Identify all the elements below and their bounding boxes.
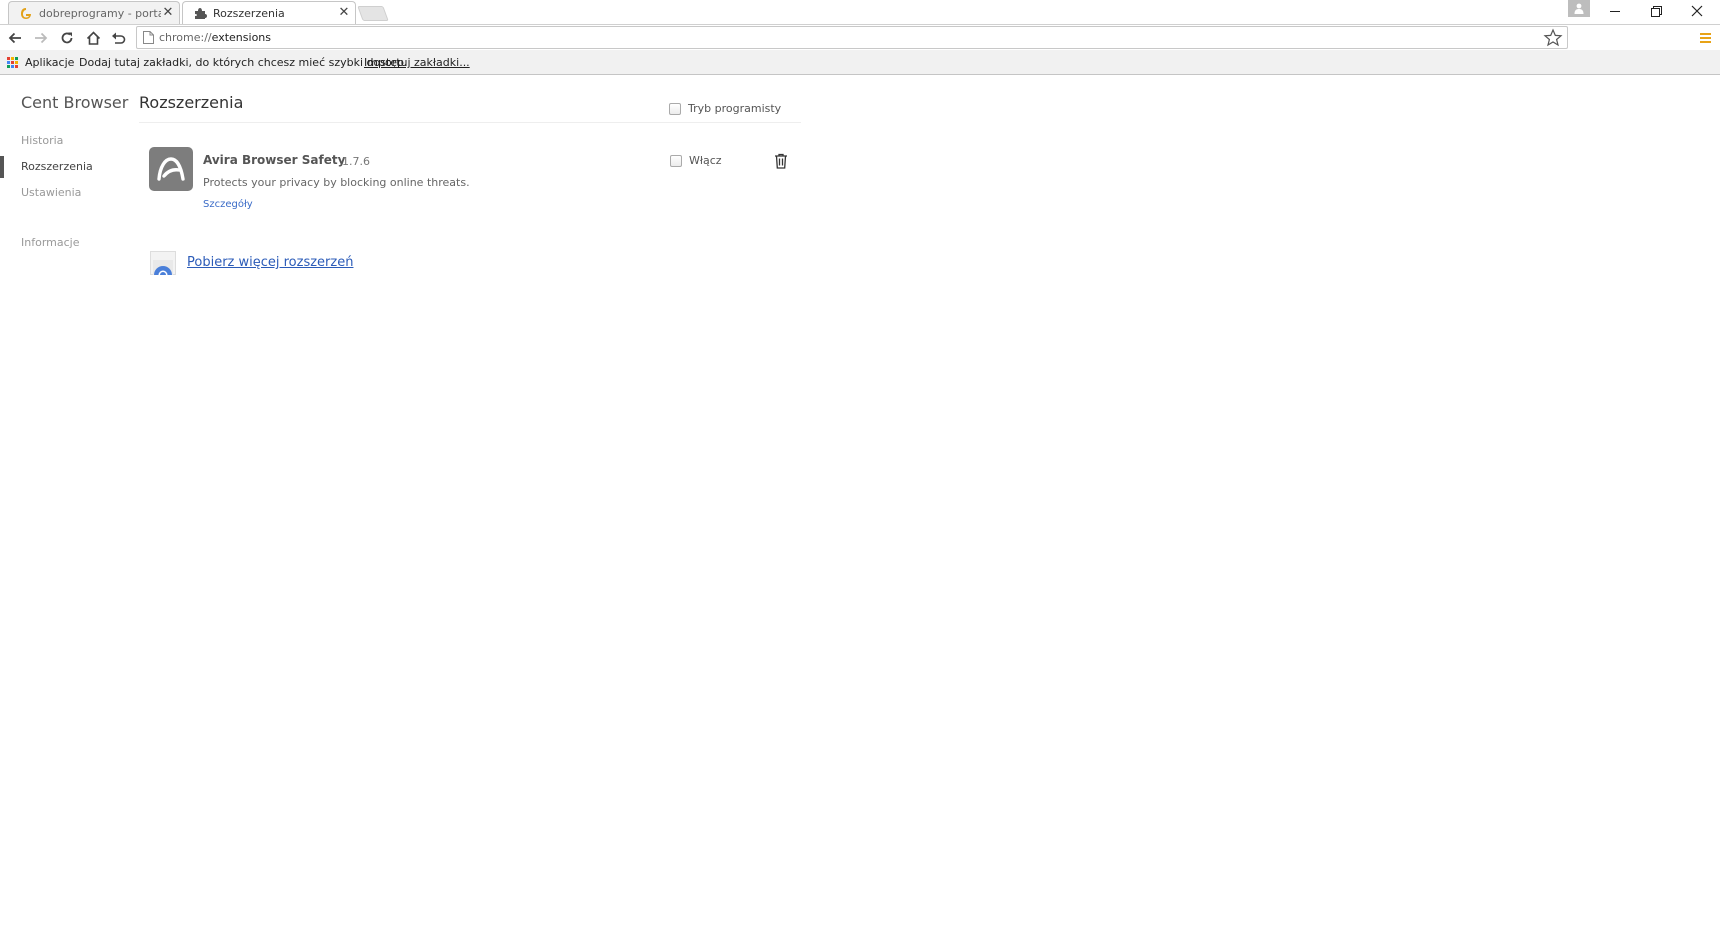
close-window-button[interactable] [1677, 0, 1717, 22]
apps-label: Aplikacje [25, 56, 75, 69]
sidebar-item-informacje[interactable]: Informacje [21, 236, 79, 249]
forward-button[interactable] [31, 28, 51, 48]
extension-enable-toggle[interactable]: Włącz [670, 154, 722, 167]
trash-icon[interactable] [774, 153, 788, 169]
dobreprogramy-favicon-icon [19, 6, 33, 20]
extension-name: Avira Browser Safety [203, 153, 346, 167]
tab-title: dobreprogramy - portal n [39, 6, 161, 20]
sidebar-selection-indicator [0, 156, 4, 178]
puzzle-icon [193, 6, 207, 20]
address-bar[interactable]: chrome://extensions [136, 26, 1568, 49]
tab-rozszerzenia[interactable]: Rozszerzenia ✕ [182, 1, 356, 24]
web-store-icon[interactable] [150, 251, 176, 275]
new-tab-button[interactable] [357, 6, 389, 21]
developer-mode-checkbox[interactable] [669, 102, 681, 115]
url-path: extensions [211, 31, 271, 44]
tab-title: Rozszerzenia [213, 6, 285, 20]
get-more-extensions-link[interactable]: Pobierz więcej rozszerzeń [187, 255, 353, 270]
home-button[interactable] [83, 28, 103, 48]
import-bookmarks-link[interactable]: Importuj zakładki... [364, 56, 470, 69]
apps-shortcut[interactable]: Aplikacje [7, 56, 74, 69]
apps-grid-icon [7, 56, 19, 69]
extension-version: 1.7.6 [342, 155, 370, 168]
tab-dobreprogramy[interactable]: dobreprogramy - portal n ✕ [8, 1, 180, 24]
url-scheme: chrome:// [159, 31, 212, 44]
bookmark-star-icon[interactable] [1543, 28, 1563, 48]
close-icon[interactable]: ✕ [161, 6, 175, 20]
sidebar-item-rozszerzenia[interactable]: Rozszerzenia [21, 160, 93, 173]
title-bar: dobreprogramy - portal n ✕ Rozszerzenia … [0, 0, 1720, 24]
back-button[interactable] [5, 28, 25, 48]
developer-mode-toggle[interactable]: Tryb programisty [669, 102, 781, 115]
close-icon[interactable]: ✕ [337, 6, 351, 20]
toolbar: chrome://extensions [0, 24, 1720, 50]
restore-button[interactable] [1636, 0, 1676, 22]
extension-details-link[interactable]: Szczegóły [203, 199, 253, 210]
minimize-button[interactable] [1596, 0, 1636, 22]
sidebar-item-ustawienia[interactable]: Ustawienia [21, 186, 81, 199]
enable-checkbox[interactable] [670, 154, 682, 167]
enable-label: Włącz [689, 154, 722, 167]
page-title: Rozszerzenia [139, 93, 244, 112]
undo-close-tab-button[interactable] [108, 28, 128, 48]
page-icon [143, 31, 154, 44]
extension-description: Protects your privacy by blocking online… [203, 176, 470, 189]
bookmarks-bar: Aplikacje Dodaj tutaj zakładki, do który… [0, 50, 1720, 75]
sidebar: Cent Browser Historia Rozszerzenia Ustaw… [0, 75, 130, 932]
avira-extension-icon [149, 147, 193, 191]
url-text[interactable]: chrome://extensions [159, 31, 271, 44]
reload-button[interactable] [57, 28, 77, 48]
menu-icon[interactable] [1698, 29, 1714, 47]
header-divider [139, 122, 801, 123]
profile-avatar-icon[interactable] [1568, 0, 1590, 17]
sidebar-item-historia[interactable]: Historia [21, 134, 63, 147]
developer-mode-label: Tryb programisty [688, 102, 782, 115]
bookmarks-hint: Dodaj tutaj zakładki, do których chcesz … [79, 56, 408, 69]
sidebar-brand: Cent Browser [21, 93, 129, 112]
